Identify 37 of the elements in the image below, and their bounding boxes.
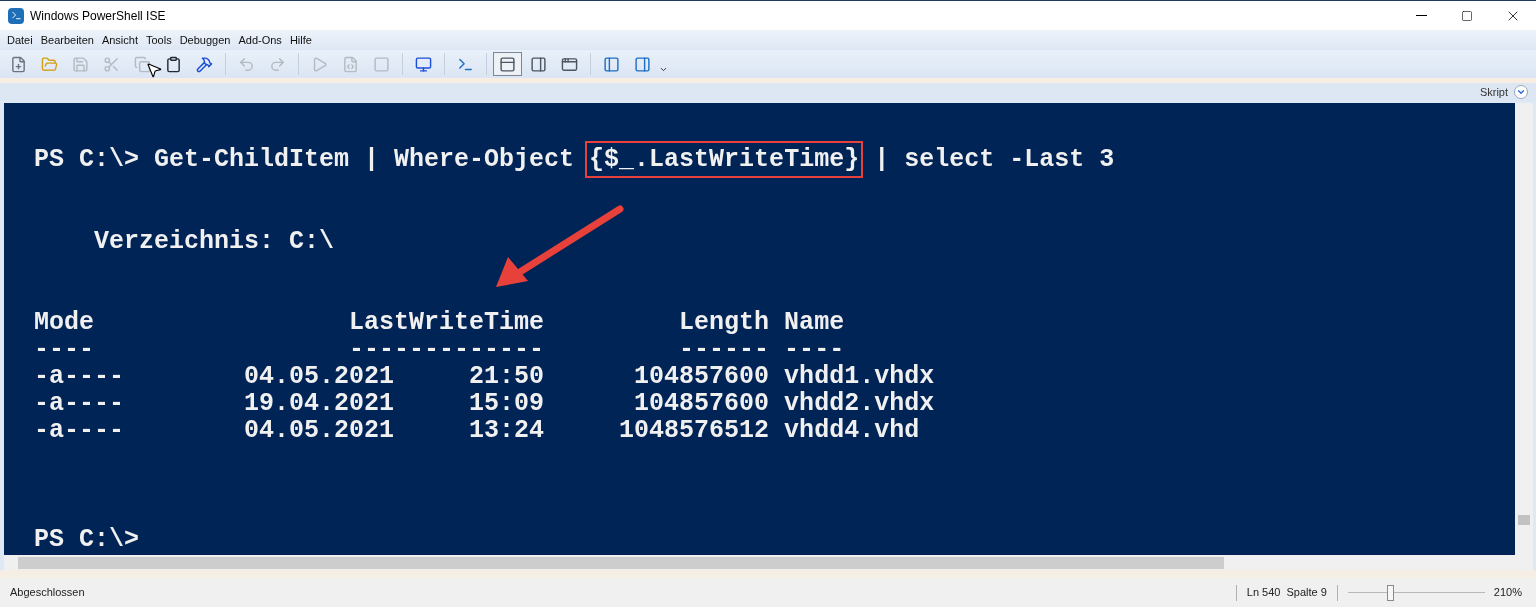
window-title: Windows PowerShell ISE bbox=[30, 7, 166, 25]
pane-title: Skript bbox=[1479, 84, 1508, 100]
console-text: PS C:\> Get-ChildItem | Where-Object bbox=[34, 146, 576, 173]
menu-item[interactable]: Bearbeiten bbox=[36, 31, 98, 49]
menu-item[interactable]: Ansicht bbox=[97, 31, 142, 49]
zoom-reading: 210% bbox=[1493, 585, 1522, 601]
console-line: PS C:\> bbox=[34, 526, 140, 553]
vertical-scrollbar[interactable] bbox=[1515, 103, 1533, 555]
cursor-icon bbox=[145, 61, 163, 79]
toolbar-button[interactable] bbox=[493, 52, 522, 76]
menu-item[interactable]: Tools bbox=[142, 31, 176, 49]
console-text: | select -Last 3 bbox=[873, 146, 1115, 173]
menu-item[interactable]: Debuggen bbox=[175, 31, 235, 49]
console-line: ---- ------------- ------ ---- bbox=[34, 336, 845, 363]
app-icon bbox=[8, 7, 24, 24]
console-line: Verzeichnis: C:\ bbox=[93, 228, 335, 255]
console-line: Mode LastWriteTime Length Name bbox=[34, 309, 845, 336]
chevron-down-icon bbox=[1516, 87, 1526, 97]
menu-item[interactable]: Hilfe bbox=[285, 31, 316, 49]
console-pane[interactable] bbox=[4, 103, 1515, 555]
scrollbar-thumb[interactable] bbox=[1518, 515, 1530, 525]
console-line: -a---- 19.04.2021 15:09 104857600 vhdd2.vhdx bbox=[34, 390, 935, 417]
menu-item[interactable]: Datei bbox=[3, 31, 37, 49]
highlighted-code: {$_.LastWriteTime} bbox=[585, 141, 864, 178]
zoom-slider[interactable] bbox=[1347, 584, 1485, 601]
console-line: -a---- 04.05.2021 21:50 104857600 vhdd1.vhdx bbox=[34, 363, 935, 390]
line-number: Ln 540 bbox=[1246, 585, 1281, 601]
console-line: -a---- 04.05.2021 13:24 1048576512 vhdd4.vhd bbox=[34, 417, 920, 444]
slider-thumb[interactable] bbox=[1386, 584, 1394, 601]
status-text: Abgeschlossen bbox=[10, 585, 85, 601]
horizontal-scrollbar[interactable] bbox=[4, 555, 1533, 570]
minimize-icon bbox=[1415, 15, 1427, 16]
expand-button[interactable] bbox=[1514, 85, 1528, 99]
scrollbar-thumb[interactable] bbox=[18, 556, 1224, 569]
maximize-icon bbox=[1461, 9, 1473, 22]
column-number: Spalte 9 bbox=[1286, 585, 1327, 601]
menu-item[interactable]: Add-Ons bbox=[234, 31, 286, 49]
